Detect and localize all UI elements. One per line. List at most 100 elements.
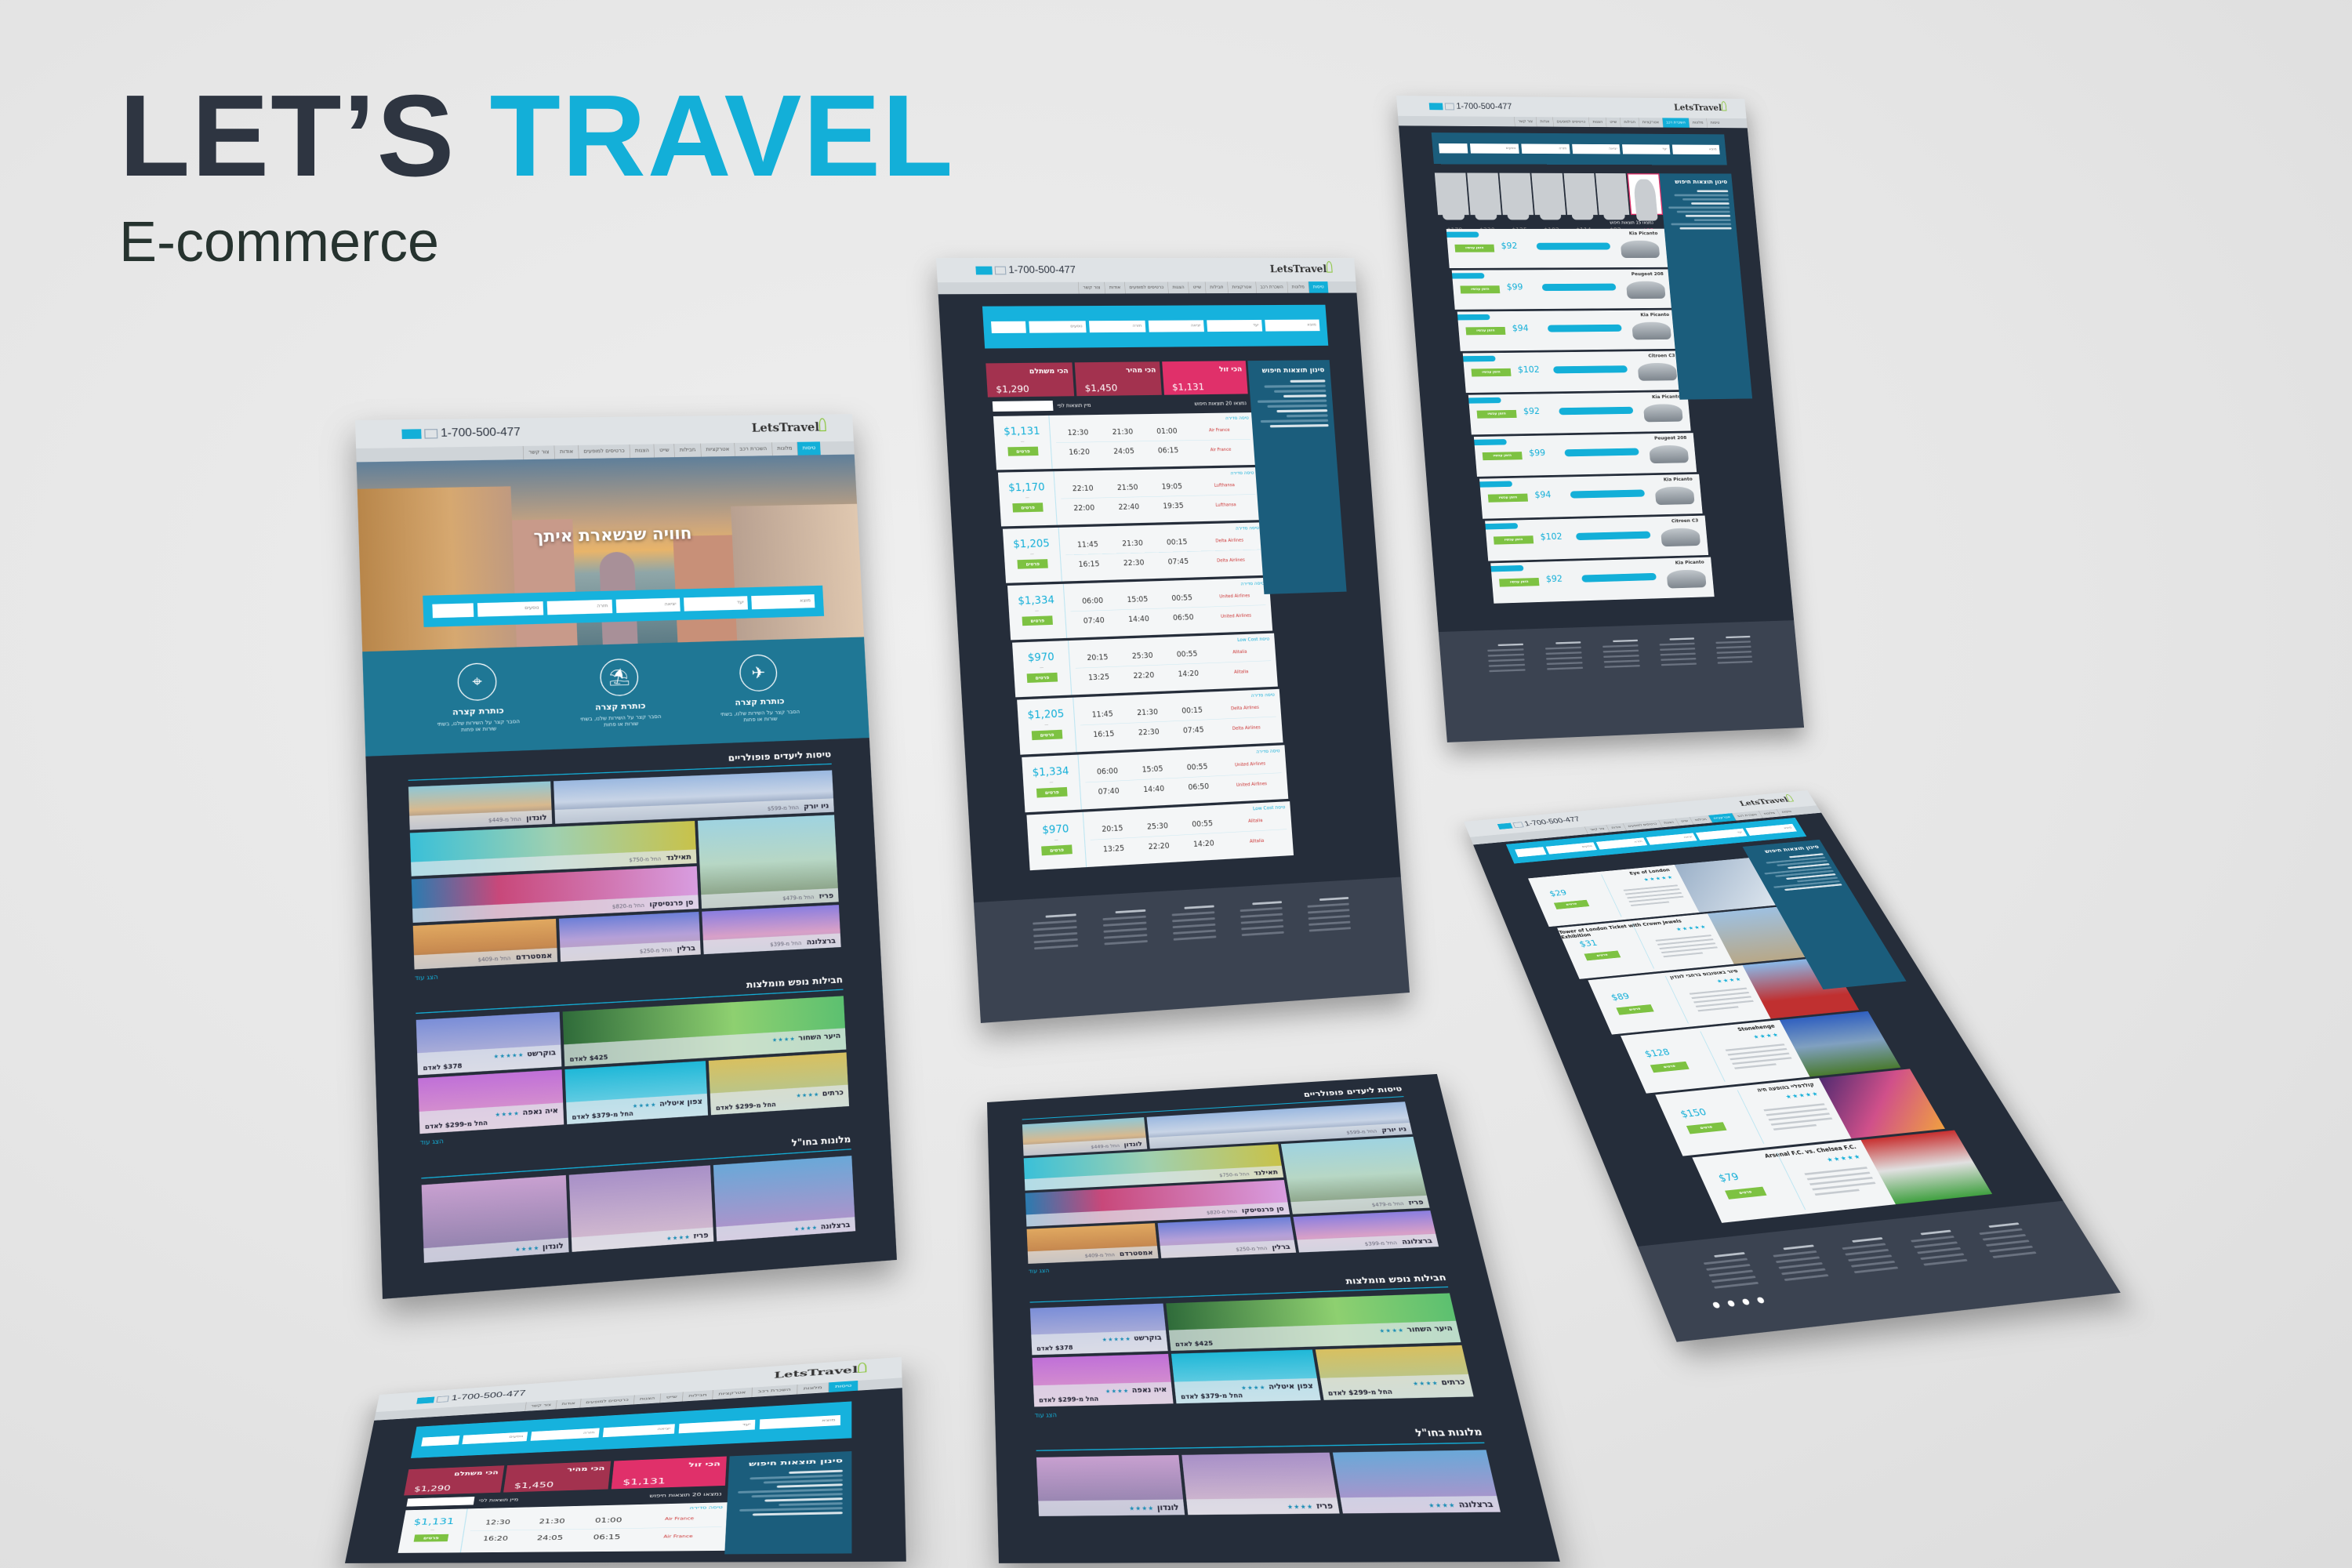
destination-tile[interactable]: ניו יורקהחל מ-$599 xyxy=(554,770,834,823)
car-category-tab[interactable]: $179 xyxy=(1435,172,1469,215)
details-button[interactable]: פרטים xyxy=(1686,1122,1727,1134)
nav-item[interactable]: אטרקציות xyxy=(700,443,735,457)
destination-tile[interactable]: פריזהחל מ-$479 xyxy=(1281,1137,1430,1214)
search-field[interactable]: נוסעים xyxy=(477,601,543,617)
car-category-tab[interactable]: $114 xyxy=(1563,173,1597,215)
filter-option[interactable] xyxy=(1682,198,1729,201)
nav-item[interactable]: אטרקציות xyxy=(1227,281,1256,293)
book-button[interactable]: הזמן עכשיו xyxy=(1477,410,1517,419)
package-tile[interactable]: בוקרשט ★★★★★ $378 לאדם xyxy=(1030,1304,1168,1356)
filter-option[interactable] xyxy=(1287,414,1328,417)
car-card[interactable]: Kia Picanto $94 הזמן עכשיו xyxy=(1457,310,1679,353)
details-button[interactable]: פרטים xyxy=(1584,951,1621,961)
book-button[interactable]: הזמן עכשיו xyxy=(1465,327,1505,335)
details-button[interactable]: פרטים xyxy=(1022,615,1053,626)
filter-option[interactable] xyxy=(1668,207,1730,209)
search-field[interactable]: נוסעים xyxy=(1470,143,1519,154)
search-field[interactable]: יעד xyxy=(1207,320,1262,332)
best-price-card[interactable]: הכי זול $1,131 xyxy=(1162,361,1248,395)
nav-item[interactable]: אודות xyxy=(554,445,579,459)
car-card[interactable]: Kia Picanto $92 הזמן עכשיו xyxy=(1468,392,1691,437)
nav-item[interactable]: השכרת רכב xyxy=(734,442,772,456)
nav-item[interactable]: הצגות xyxy=(633,1393,661,1404)
filter-option[interactable] xyxy=(1261,419,1328,423)
filter-option[interactable] xyxy=(1276,409,1327,412)
destination-tile[interactable]: ברליןהחל מ-$250 xyxy=(559,912,701,962)
car-card[interactable]: Peugeot 208 $99 הזמן עכשיו xyxy=(1452,269,1674,311)
logo[interactable]: LetsTravel xyxy=(1269,263,1327,274)
search-field[interactable]: יציאה xyxy=(603,1424,676,1437)
car-category-tab[interactable]: $102 xyxy=(1531,173,1566,215)
best-price-card[interactable]: הכי מהיר $1,450 xyxy=(503,1461,611,1493)
details-button[interactable]: פרטים xyxy=(1012,503,1043,512)
filter-option[interactable] xyxy=(1267,405,1327,408)
filter-option[interactable] xyxy=(1677,211,1730,213)
flight-card[interactable]: $970— פרטים טיסת Low Cost 20:15 25:30 00:55 A… xyxy=(1012,633,1278,700)
filter-option[interactable] xyxy=(1274,390,1327,393)
filter-option[interactable] xyxy=(764,1497,842,1501)
hotel-tile[interactable]: ברצלונה ★★★★ xyxy=(1333,1450,1501,1513)
search-field[interactable]: מוצא xyxy=(760,1415,840,1429)
logo[interactable]: LetsTravel xyxy=(1738,796,1790,808)
nav-item[interactable]: שייט xyxy=(654,444,674,457)
filter-option[interactable] xyxy=(789,1470,843,1474)
best-price-card[interactable]: הכי משתלם $1,290 xyxy=(404,1465,504,1495)
hotel-tile[interactable]: לונדון ★★★★ xyxy=(1036,1455,1185,1516)
filter-option[interactable] xyxy=(1265,385,1326,388)
filter-option[interactable] xyxy=(1691,202,1730,205)
nav-item[interactable]: השכרת רכב xyxy=(1662,118,1690,127)
search-field[interactable]: מוצא xyxy=(1672,145,1720,155)
flight-card[interactable]: $1,131— פרטים טיסה סדירה 12:30 21:30 01:00 Ai… xyxy=(993,412,1258,473)
filter-option[interactable] xyxy=(739,1507,843,1512)
nav-item[interactable]: אטרקציות xyxy=(1639,118,1663,127)
package-tile[interactable]: בוקרשט ★★★★★ $378 לאדם xyxy=(416,1012,562,1076)
filter-option[interactable] xyxy=(1270,424,1329,427)
nav-item[interactable]: שייט xyxy=(1188,281,1206,293)
nav-item[interactable]: טיסות xyxy=(828,1381,858,1392)
nav-item[interactable]: הצגות xyxy=(1167,281,1189,293)
details-button[interactable]: פרטים xyxy=(1554,900,1589,909)
book-button[interactable]: הזמן עכשיו xyxy=(1494,535,1534,544)
details-button[interactable]: פרטים xyxy=(1017,559,1047,569)
hotel-tile[interactable]: לונדון ★★★★ xyxy=(422,1175,569,1263)
search-field[interactable]: חזרה xyxy=(1596,837,1647,849)
search-field[interactable]: יציאה xyxy=(1572,144,1621,154)
details-button[interactable]: פרטים xyxy=(1032,730,1063,740)
book-button[interactable]: הזמן עכשיו xyxy=(1499,578,1539,587)
details-button[interactable]: פרטים xyxy=(1616,1004,1653,1015)
car-card[interactable]: Citroen C3 $102 הזמן עכשיו xyxy=(1485,516,1708,564)
search-button[interactable]: חפש xyxy=(1439,143,1468,154)
hotel-tile[interactable]: פריז ★★★★ xyxy=(1181,1453,1339,1515)
destination-tile[interactable]: אמסטרדם החל מ-$409 xyxy=(1027,1223,1159,1264)
filter-option[interactable] xyxy=(1290,379,1326,383)
details-button[interactable]: פרטים xyxy=(1041,844,1073,855)
filter-option[interactable] xyxy=(1258,399,1327,402)
logo[interactable]: LetsTravel xyxy=(751,420,819,435)
search-field[interactable]: יציאה xyxy=(1646,833,1697,844)
flight-card[interactable]: $1,334— פרטים טיסה סדירה 06:00 15:05 00:55 Un… xyxy=(1007,578,1272,643)
search-field[interactable]: נוסעים xyxy=(1029,321,1086,332)
nav-item[interactable]: צור קשר xyxy=(523,445,554,459)
nav-item[interactable]: צור קשר xyxy=(1078,282,1105,294)
nav-item[interactable]: מלונות xyxy=(797,1382,828,1394)
package-tile[interactable]: היער השחור ★★★★ $425 לאדם xyxy=(1166,1293,1461,1351)
book-button[interactable]: הזמן עכשיו xyxy=(1488,494,1528,503)
search-button[interactable]: חפש xyxy=(991,321,1026,333)
nav-item[interactable]: צור קשר xyxy=(1514,117,1537,127)
search-field[interactable]: מוצא xyxy=(1746,824,1797,836)
search-field[interactable]: יעד xyxy=(1622,144,1670,154)
package-tile[interactable]: צפון איטליה ★★★★ החל מ-$379 לאדם xyxy=(564,1061,708,1124)
nav-item[interactable]: כרטיסים למופעים xyxy=(1124,282,1168,294)
package-tile[interactable]: צפון איטליה ★★★★ החל מ-$379 לאדם xyxy=(1171,1349,1321,1403)
search-field[interactable]: יעד xyxy=(1696,829,1747,840)
search-field[interactable]: חזרה xyxy=(1089,321,1145,332)
search-field[interactable]: נוסעים xyxy=(1546,842,1597,854)
nav-item[interactable]: מלונות xyxy=(1689,118,1708,128)
flight-card[interactable]: $1,131— פרטים טיסה סדירה 12:30 21:30 01:00 Ai… xyxy=(397,1502,730,1555)
destination-tile[interactable]: ברצלונההחל מ-$399 xyxy=(702,905,840,954)
sort-select[interactable] xyxy=(993,401,1054,412)
flight-card[interactable]: $1,205— פרטים טיסה סדירה 11:45 21:30 00:15 De… xyxy=(1003,522,1268,586)
package-tile[interactable]: איה נאפה ★★★★ החל מ-$299 לאדם xyxy=(1033,1354,1174,1407)
destination-tile[interactable]: ברצלונההחל מ-$399 xyxy=(1293,1210,1439,1253)
currency-button[interactable] xyxy=(401,429,421,439)
